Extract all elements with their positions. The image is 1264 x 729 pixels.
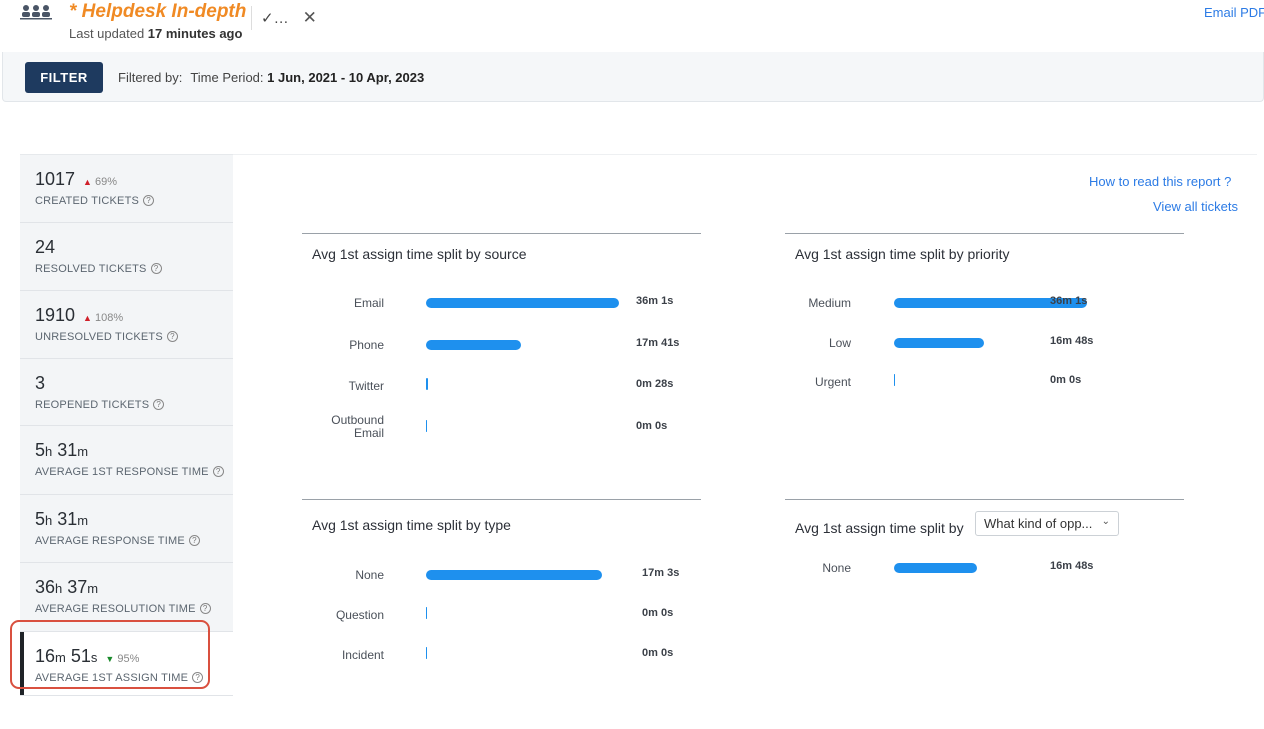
report-header: * Helpdesk In-depth Last updated 17 minu… [0, 0, 1264, 52]
info-icon[interactable]: ? [212, 466, 224, 477]
row-value: 0m 0s [1050, 374, 1082, 386]
metric-change: ▲ 69% [83, 176, 118, 188]
metric-value: 36h 37m [35, 577, 99, 597]
email-pdf-link[interactable]: Email PDF [1204, 5, 1264, 20]
metric-created-tickets[interactable]: 1017 ▲ 69% CREATED TICKETS? [20, 155, 233, 223]
row-label: Twitter [348, 379, 384, 393]
metric-label: AVERAGE RESOLUTION TIME? [35, 603, 233, 615]
team-icon [20, 5, 52, 20]
info-icon[interactable]: ? [153, 399, 165, 410]
info-icon[interactable]: ? [166, 331, 178, 342]
row-label: Low [828, 336, 851, 350]
row-bar[interactable] [426, 607, 427, 619]
row-value: 17m 3s [642, 567, 680, 579]
report-title[interactable]: * Helpdesk In-depth [69, 1, 246, 23]
metric-value: 1910 ▲ 108% [35, 305, 124, 325]
row-value: 0m 0s [636, 420, 668, 432]
card-title: Avg 1st assign time split by source [312, 246, 527, 262]
metric-value: 5h 31m [35, 440, 89, 460]
card-title: Avg 1st assign time split by [795, 520, 964, 536]
card-title: Avg 1st assign time split by type [312, 517, 511, 533]
row-bar[interactable] [426, 570, 602, 580]
row-label: Urgent [814, 375, 851, 389]
row-label: Question [335, 608, 384, 622]
metric-unresolved-tickets[interactable]: 1910 ▲ 108% UNRESOLVED TICKETS? [20, 291, 233, 359]
metric-label: AVERAGE RESPONSE TIME? [35, 535, 233, 547]
card-by-source: Avg 1st assign time split by source Email… [302, 233, 701, 463]
trend-up-icon: ▲ [83, 313, 92, 323]
row-bar[interactable] [894, 563, 977, 573]
row-value: 16m 48s [1050, 560, 1094, 572]
metric-reopened-tickets[interactable]: 3 REOPENED TICKETS? [20, 359, 233, 426]
row-value: 36m 1s [1050, 295, 1088, 307]
metric-resolved-tickets[interactable]: 24 RESOLVED TICKETS? [20, 223, 233, 291]
row-bar[interactable] [894, 374, 895, 386]
metric-change: ▲ 108% [83, 312, 124, 324]
info-icon[interactable]: ? [188, 535, 200, 546]
info-icon[interactable]: ? [199, 603, 211, 614]
card-by-priority: Avg 1st assign time split by priority Med… [785, 233, 1184, 463]
row-bar[interactable] [426, 647, 427, 659]
info-icon[interactable]: ? [143, 195, 155, 206]
row-value: 0m 28s [636, 378, 674, 390]
row-label: None [822, 561, 851, 575]
row-label: None [355, 568, 384, 582]
row-value: 36m 1s [636, 295, 674, 307]
row-bar[interactable] [426, 378, 428, 390]
row-value: 16m 48s [1050, 335, 1094, 347]
filter-summary: Filtered by: Time Period: 1 Jun, 2021 - 1… [118, 70, 425, 85]
metric-label: RESOLVED TICKETS? [35, 263, 233, 275]
row-value: 0m 0s [642, 607, 674, 619]
last-updated: Last updated 17 minutes ago [69, 26, 243, 41]
selection-highlight [10, 620, 210, 689]
filter-bar: FILTER Filtered by: Time Period: 1 Jun, 2… [2, 52, 1264, 102]
metric-value: 5h 31m [35, 509, 89, 529]
close-icon[interactable]: ✕ [303, 8, 317, 28]
metric-label: AVERAGE 1ST RESPONSE TIME? [35, 466, 233, 478]
metrics-sidebar: 1017 ▲ 69% CREATED TICKETS? 24 RESOLVED TICK… [20, 154, 233, 696]
header-actions: ✓… ✕ [251, 6, 317, 30]
trend-up-icon: ▲ [83, 177, 92, 187]
check-more-icon[interactable]: ✓… [261, 9, 289, 27]
row-bar[interactable] [894, 338, 984, 348]
metric-value: 24 [35, 237, 56, 257]
row-label: Outbound Email [331, 413, 384, 440]
metric-avg-first-response-time[interactable]: 5h 31m AVERAGE 1ST RESPONSE TIME? [20, 426, 233, 495]
metric-label: UNRESOLVED TICKETS? [35, 331, 233, 343]
row-value: 0m 0s [642, 647, 674, 659]
row-label: Medium [808, 296, 851, 310]
filter-button[interactable]: FILTER [25, 62, 103, 93]
row-value: 17m 41s [636, 337, 680, 349]
metric-label: REOPENED TICKETS? [35, 399, 233, 411]
view-all-tickets-link[interactable]: View all tickets [1153, 199, 1238, 214]
chevron-down-icon: ⌄ [1101, 516, 1110, 527]
metric-value: 3 [35, 373, 46, 393]
dropdown-value: What kind of opp... [984, 516, 1093, 531]
card-title: Avg 1st assign time split by priority [795, 246, 1010, 262]
row-label: Email [353, 296, 384, 310]
report-panel: How to read this report ? View all ticke… [233, 154, 1257, 695]
metric-label: CREATED TICKETS? [35, 195, 233, 207]
row-bar[interactable] [426, 340, 521, 350]
info-icon[interactable]: ? [150, 263, 162, 274]
metric-value: 1017 ▲ 69% [35, 169, 118, 189]
row-label: Phone [349, 338, 384, 352]
row-bar[interactable] [426, 298, 619, 308]
row-bar[interactable] [426, 420, 427, 432]
how-to-read-link[interactable]: How to read this report ? [1089, 174, 1231, 189]
metric-avg-response-time[interactable]: 5h 31m AVERAGE RESPONSE TIME? [20, 495, 233, 563]
group-by-dropdown[interactable]: What kind of opp... ⌄ [975, 511, 1119, 536]
row-label: Incident [341, 648, 384, 662]
